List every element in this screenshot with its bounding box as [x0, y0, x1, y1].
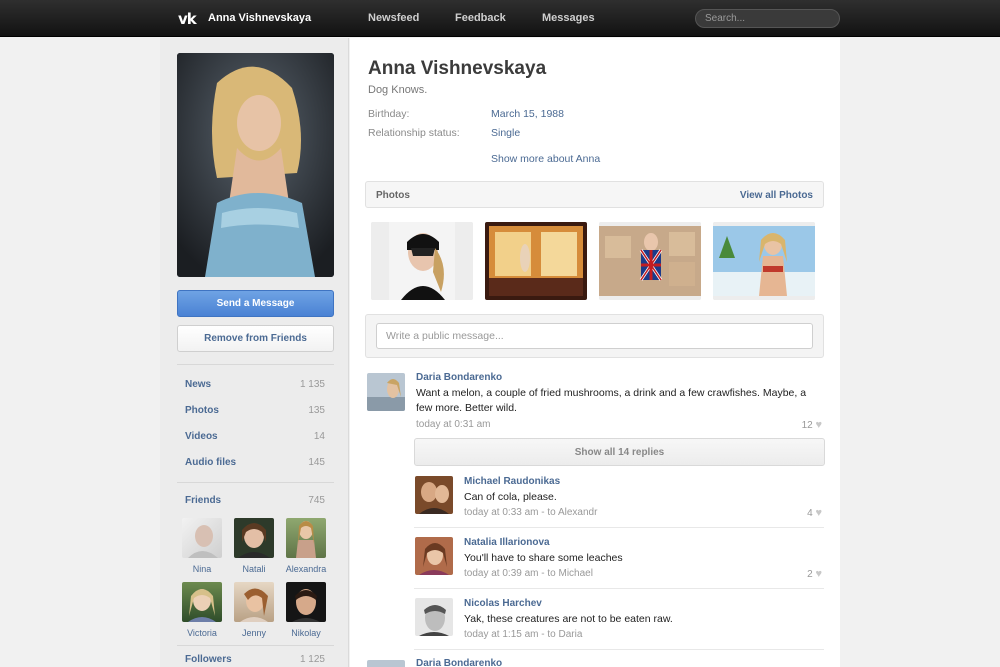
- heart-icon: ♥: [815, 507, 822, 519]
- sidebar-item-count: 745: [308, 495, 325, 506]
- sidebar-item-photos[interactable]: Photos 135: [185, 405, 325, 419]
- like-button[interactable]: 2 ♥: [790, 568, 822, 580]
- avatar[interactable]: [367, 373, 405, 411]
- reply-author[interactable]: Natalia Illarionova: [464, 537, 550, 548]
- sidebar-item-friends[interactable]: Friends 745: [185, 495, 325, 509]
- reply-text: You'll have to share some leaches: [464, 552, 623, 564]
- sidebar-item-audio[interactable]: Audio files 145: [185, 457, 325, 471]
- avatar[interactable]: [367, 660, 405, 667]
- divider: [414, 588, 824, 589]
- nav-messages[interactable]: Messages: [542, 12, 595, 24]
- reply-author[interactable]: Nicolas Harchev: [464, 598, 542, 609]
- search-input[interactable]: [695, 9, 840, 28]
- avatar: [182, 518, 222, 558]
- avatar: [182, 582, 222, 622]
- reply-author[interactable]: Michael Raudonikas: [464, 476, 560, 487]
- divider: [414, 527, 824, 528]
- photo-thumbnail[interactable]: [713, 222, 815, 300]
- friend-natali[interactable]: Natali: [228, 518, 280, 574]
- reply-time[interactable]: today at 0:33 am - to Alexandr: [464, 507, 597, 518]
- nav-feedback[interactable]: Feedback: [455, 12, 506, 24]
- friend-victoria[interactable]: Victoria: [176, 582, 228, 638]
- heart-icon: ♥: [815, 568, 822, 580]
- friend-alexandra[interactable]: Alexandra: [280, 518, 332, 574]
- top-bar: vk Anna Vishnevskaya Newsfeed Feedback M…: [0, 0, 1000, 37]
- like-button[interactable]: 4 ♥: [790, 507, 822, 519]
- vk-logo[interactable]: vk: [178, 10, 197, 28]
- divider: [177, 364, 334, 365]
- divider: [177, 645, 334, 646]
- sidebar-item-count: 135: [308, 405, 325, 416]
- friend-nina[interactable]: Nina: [176, 518, 228, 574]
- avatar[interactable]: [415, 476, 453, 514]
- sidebar-item-label: Friends: [185, 495, 222, 506]
- profile-status: Dog Knows.: [368, 84, 428, 96]
- divider: [414, 649, 824, 650]
- relationship-label: Relationship status:: [368, 127, 460, 139]
- friend-name: Alexandra: [285, 564, 327, 574]
- sidebar-item-followers[interactable]: Followers 1 125: [185, 654, 325, 667]
- relationship-value[interactable]: Single: [491, 127, 520, 139]
- photos-title: Photos: [376, 190, 410, 201]
- photo-thumbnail[interactable]: [371, 222, 473, 300]
- sidebar-item-label: Followers: [185, 654, 232, 665]
- remove-friend-button[interactable]: Remove from Friends: [177, 325, 334, 352]
- composer: [365, 314, 824, 358]
- sidebar-item-count: 1 135: [299, 379, 325, 390]
- friend-nikolay[interactable]: Nikolay: [280, 582, 332, 638]
- show-replies-button[interactable]: Show all 14 replies: [414, 438, 825, 466]
- post-text: Want a melon, a couple of fried mushroom…: [416, 387, 807, 414]
- photos-header: Photos View all Photos: [365, 181, 824, 208]
- avatar: [234, 582, 274, 622]
- friend-name: Natali: [242, 564, 266, 574]
- reply-time[interactable]: today at 1:15 am - to Daria: [464, 629, 582, 640]
- like-button[interactable]: 12 ♥: [790, 419, 822, 431]
- divider: [177, 482, 334, 483]
- like-count: 4: [807, 508, 813, 519]
- sidebar-item-news[interactable]: News 1 135: [185, 379, 325, 393]
- sidebar-item-label: Audio files: [185, 457, 237, 468]
- like-count: 12: [801, 420, 813, 431]
- photo-thumbnail[interactable]: [485, 222, 587, 300]
- friend-jenny[interactable]: Jenny: [228, 582, 280, 638]
- header-title[interactable]: Anna Vishnevskaya: [208, 12, 311, 24]
- sidebar-item-count: 14: [313, 431, 325, 442]
- profile-photo[interactable]: [177, 53, 334, 277]
- avatar: [286, 518, 326, 558]
- post-author[interactable]: Daria Bondarenko: [416, 658, 502, 667]
- heart-icon: ♥: [815, 419, 822, 431]
- sidebar-item-label: News: [185, 379, 212, 390]
- avatar[interactable]: [415, 537, 453, 575]
- sidebar-item-count: 145: [308, 457, 325, 468]
- birthday-value[interactable]: March 15, 1988: [491, 108, 564, 120]
- avatar: [286, 582, 326, 622]
- sidebar-item-label: Videos: [185, 431, 218, 442]
- avatar: [234, 518, 274, 558]
- profile-name: Anna Vishnevskaya: [368, 58, 547, 79]
- reply-text: Can of cola, please.: [464, 491, 557, 503]
- friend-name: Jenny: [241, 628, 267, 638]
- post-author[interactable]: Daria Bondarenko: [416, 372, 502, 383]
- view-all-photos-link[interactable]: View all Photos: [740, 190, 813, 201]
- sidebar: Send a Message Remove from Friends News …: [160, 38, 349, 667]
- friend-name: Nikolay: [291, 628, 321, 638]
- friend-name: Nina: [192, 564, 212, 574]
- sidebar-item-count: 1 125: [299, 654, 325, 665]
- sidebar-item-videos[interactable]: Videos 14: [185, 431, 325, 445]
- nav-newsfeed[interactable]: Newsfeed: [368, 12, 419, 24]
- avatar[interactable]: [415, 598, 453, 636]
- sidebar-item-label: Photos: [185, 405, 219, 416]
- reply-time[interactable]: today at 0:39 am - to Michael: [464, 568, 593, 579]
- main-content: Anna Vishnevskaya Dog Knows. Birthday: M…: [350, 38, 840, 667]
- like-count: 2: [807, 569, 813, 580]
- post-time[interactable]: today at 0:31 am: [416, 419, 491, 430]
- send-message-button[interactable]: Send a Message: [177, 290, 334, 317]
- photo-thumbnail[interactable]: [599, 222, 701, 300]
- birthday-label: Birthday:: [368, 108, 410, 120]
- public-message-input[interactable]: [376, 323, 813, 349]
- friend-name: Victoria: [187, 628, 217, 638]
- show-more-link[interactable]: Show more about Anna: [491, 153, 600, 165]
- reply-text: Yak, these creatures are not to be eaten…: [464, 613, 673, 625]
